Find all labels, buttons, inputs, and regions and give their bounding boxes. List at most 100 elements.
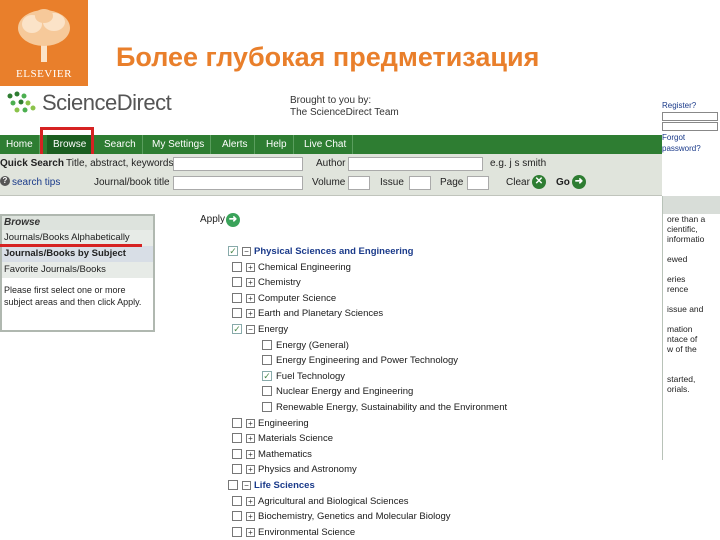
tree-checkbox[interactable] [232,277,242,287]
author-input[interactable] [348,157,483,171]
journal-input[interactable] [173,176,303,190]
browse-by-subject[interactable]: Journals/Books by Subject [2,246,153,262]
main-nav: Home Browse Search My Settings Alerts He… [0,135,662,154]
right-sidebar-line: issue and [667,304,704,314]
quick-search-bar: Quick Search Title, abstract, keywords A… [0,154,662,196]
expand-icon[interactable]: + [246,294,255,303]
author-example: e.g. j s smith [490,158,547,169]
expand-icon[interactable]: + [246,419,255,428]
register-link[interactable]: Register? [662,100,720,111]
tree-label: Energy [258,324,289,335]
tree-label: Earth and Planetary Sciences [258,308,384,319]
tree-checkbox[interactable] [232,293,242,303]
quick-search-label: Quick Search [0,158,64,169]
tree-label: Engineering [258,418,309,429]
volume-input[interactable] [348,176,370,190]
browse-favorites[interactable]: Favorite Journals/Books [2,262,153,278]
tree-label: Chemical Engineering [258,262,351,273]
tree-checkbox[interactable] [262,402,272,412]
tree-label: Mathematics [258,449,312,460]
collapse-icon[interactable]: − [242,481,251,490]
collapse-icon[interactable]: − [246,325,255,334]
nav-my-settings[interactable]: My Settings [146,135,212,154]
expand-icon[interactable]: + [246,434,255,443]
right-sidebar-line: cientific, [667,224,698,234]
right-sidebar-text: ore than a cientific, informatio ewed erie… [663,214,720,394]
tree-checkbox[interactable] [232,511,242,521]
right-sidebar-line [663,244,720,254]
account-links: Register? Forgot password? [662,100,720,154]
tree-label: Life Sciences [254,480,315,491]
right-sidebar-line [663,264,720,274]
page-input[interactable] [467,176,489,190]
tree-label: Environmental Science [258,527,356,538]
tree-checkbox[interactable]: ✓ [232,324,242,334]
clear-icon[interactable]: ✕ [532,175,546,189]
go-arrow-icon[interactable]: ➜ [572,175,586,189]
right-sidebar-line: informatio [667,234,705,244]
elsevier-logo: ELSEVIER [0,0,88,86]
tree-checkbox[interactable]: ✓ [262,371,272,381]
tree-checkbox[interactable] [228,480,238,490]
expand-icon[interactable]: + [246,450,255,459]
expand-icon[interactable]: + [246,512,255,521]
nav-home[interactable]: Home [0,135,40,154]
tree-checkbox[interactable]: ✓ [228,246,238,256]
tree-checkbox[interactable] [232,308,242,318]
tree-checkbox[interactable] [232,527,242,537]
right-sidebar-line: ore than a [667,214,706,224]
expand-icon[interactable]: + [246,263,255,272]
browse-heading: Browse [2,216,153,230]
tree-checkbox[interactable] [232,262,242,272]
tree-label: Computer Science [258,293,337,304]
tree-checkbox[interactable] [232,449,242,459]
tree-checkbox[interactable] [262,386,272,396]
issue-input[interactable] [409,176,431,190]
collapse-icon[interactable]: − [242,247,251,256]
forgot-password-link[interactable]: Forgot password? [662,132,720,154]
author-label: Author [316,158,346,169]
expand-icon[interactable]: + [246,309,255,318]
tree-label: Energy (General) [276,340,349,351]
nav-search[interactable]: Search [98,135,143,154]
nav-live-chat[interactable]: Live Chat [298,135,354,154]
sciencedirect-dots-icon [7,91,36,113]
tree-checkbox[interactable] [262,340,272,350]
expand-icon[interactable]: + [246,528,255,537]
apply-label: Apply [200,214,226,225]
right-sidebar-line [663,354,720,364]
right-sidebar-header [663,196,720,214]
brought-line-1: Brought to you by: [290,95,372,106]
right-sidebar-line: ewed [667,254,688,264]
expand-icon[interactable]: + [246,497,255,506]
slide-title: Более глубокая предметизация [116,42,540,72]
login-field[interactable] [662,112,718,121]
expand-icon[interactable]: + [246,278,255,287]
issue-label: Issue [380,177,404,188]
right-sidebar-line [663,364,720,374]
tree-label: Fuel Technology [276,371,346,382]
sciencedirect-logo[interactable]: ScienceDirect [4,88,174,120]
sciencedirect-logo-text: ScienceDirect [42,90,172,115]
tree-checkbox[interactable] [232,418,242,428]
elsevier-wordmark: ELSEVIER [16,68,72,80]
tree-checkbox[interactable] [232,464,242,474]
apply-control[interactable]: Apply ➜ [200,213,240,227]
brought-line-2: The ScienceDirect Team [290,107,399,118]
keywords-input[interactable] [173,157,303,171]
help-icon[interactable]: ? [0,176,10,186]
tree-checkbox[interactable] [232,496,242,506]
tree-label: Materials Science [258,433,333,444]
tree-checkbox[interactable] [232,433,242,443]
nav-alerts[interactable]: Alerts [216,135,255,154]
password-field[interactable] [662,122,718,131]
right-sidebar-line [663,294,720,304]
tree-checkbox[interactable] [262,355,272,365]
tree-label: Agricultural and Biological Sciences [258,496,409,507]
apply-arrow-icon[interactable]: ➜ [226,213,240,227]
nav-help[interactable]: Help [260,135,294,154]
browse-panel: Browse Journals/Books Alphabetically Jou… [0,214,155,332]
tree-label: Biochemistry, Genetics and Molecular Bio… [258,511,451,522]
search-tips-link[interactable]: search tips [12,177,60,188]
expand-icon[interactable]: + [246,465,255,474]
